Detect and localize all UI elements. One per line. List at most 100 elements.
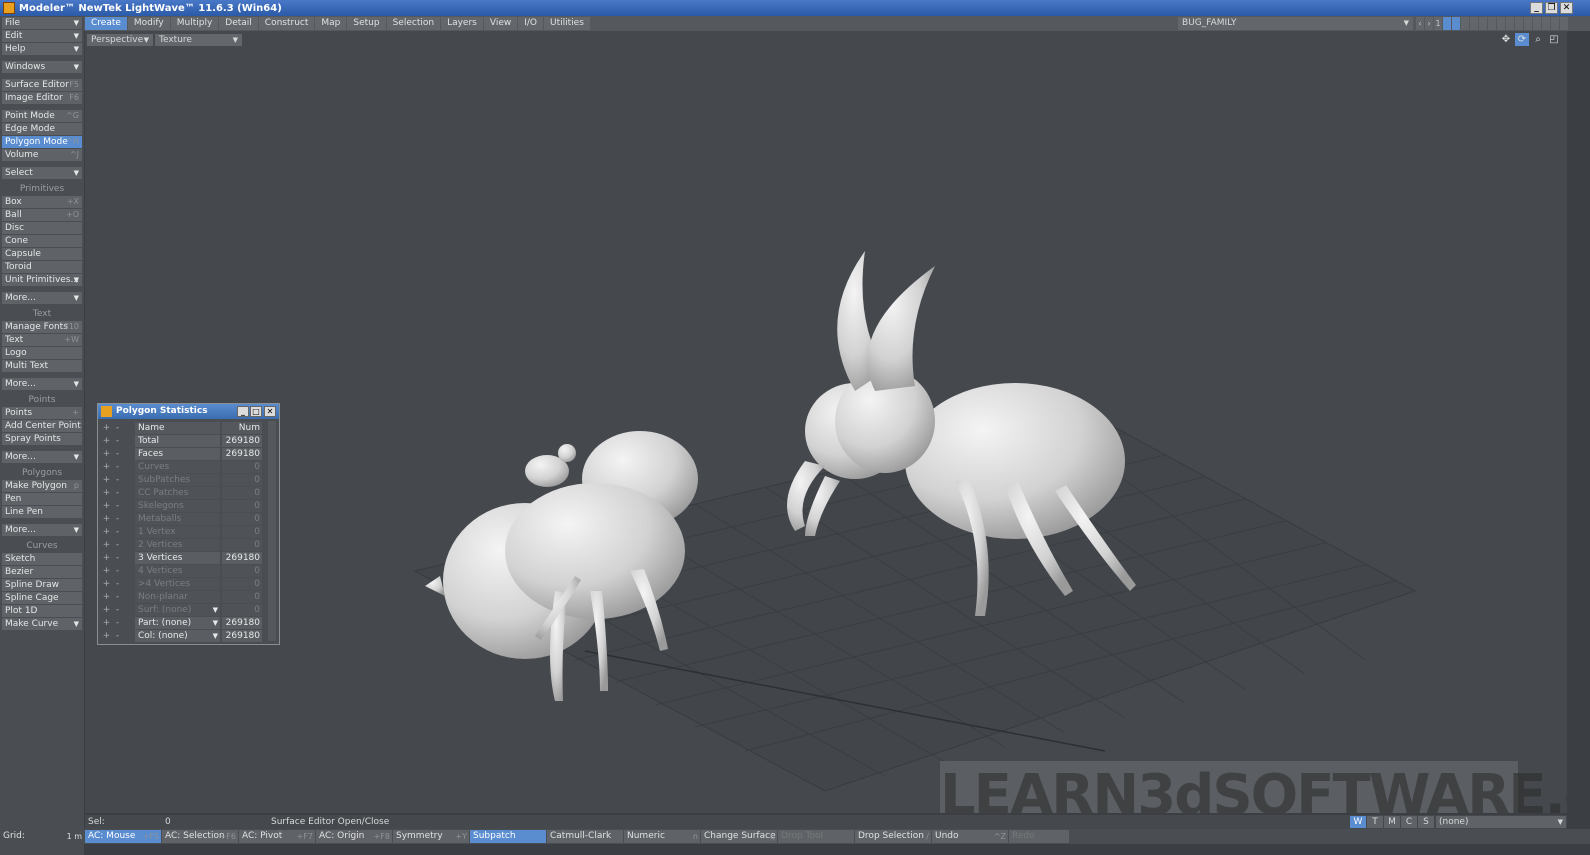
more-text-menu[interactable]: More... bbox=[2, 378, 82, 390]
tab-io[interactable]: I/O bbox=[518, 17, 544, 30]
exclude-button[interactable]: - bbox=[113, 513, 122, 525]
restore-icon[interactable]: ❐ bbox=[1545, 2, 1558, 14]
capsule-button[interactable]: Capsule bbox=[2, 248, 82, 260]
tab-modify[interactable]: Modify bbox=[127, 17, 170, 30]
points-button[interactable]: Points + bbox=[2, 407, 82, 419]
cone-button[interactable]: Cone bbox=[2, 235, 82, 247]
polygon-statistics-panel[interactable]: Polygon Statistics _ □ ✕ + - Name Num + - T… bbox=[97, 403, 280, 645]
layer-slot-7[interactable] bbox=[1497, 17, 1505, 30]
more-points-menu[interactable]: More... bbox=[2, 451, 82, 463]
exclude-button[interactable]: - bbox=[113, 474, 122, 486]
selection-set-button[interactable]: S bbox=[1418, 816, 1434, 828]
include-button[interactable]: + bbox=[102, 448, 111, 460]
exclude-button[interactable]: - bbox=[113, 487, 122, 499]
include-button[interactable]: + bbox=[102, 539, 111, 551]
make-curve-menu[interactable]: Make Curve bbox=[2, 618, 82, 630]
bottom-button-redo[interactable]: Redo bbox=[1009, 830, 1069, 843]
next-layer-icon[interactable]: › bbox=[1425, 17, 1433, 30]
select-menu[interactable]: Select bbox=[2, 167, 82, 179]
stat-name[interactable]: Part: (none) bbox=[135, 617, 220, 629]
layer-slot-2[interactable] bbox=[1452, 17, 1460, 30]
layer-slot-8[interactable] bbox=[1506, 17, 1514, 30]
exclude-button[interactable]: - bbox=[113, 604, 122, 616]
exclude-button[interactable]: - bbox=[113, 435, 122, 447]
minimize-icon[interactable]: _ bbox=[1530, 2, 1543, 14]
edit-menu[interactable]: Edit bbox=[2, 30, 82, 42]
panel-maximize-icon[interactable]: □ bbox=[250, 406, 262, 417]
tab-view[interactable]: View bbox=[483, 17, 518, 30]
bottom-button-ac-pivot[interactable]: AC: Pivot +F7 bbox=[239, 830, 315, 843]
exclude-button[interactable]: - bbox=[113, 630, 122, 642]
include-button[interactable]: + bbox=[102, 630, 111, 642]
bottom-button-ac-origin[interactable]: AC: Origin +F8 bbox=[316, 830, 392, 843]
bottom-button-subpatch[interactable]: Subpatch bbox=[470, 830, 546, 843]
include-button[interactable]: + bbox=[102, 604, 111, 616]
vertex-map-dropdown[interactable]: (none) bbox=[1436, 816, 1566, 828]
exclude-button[interactable]: - bbox=[113, 461, 122, 473]
image-editor-button[interactable]: Image Editor F6 bbox=[2, 92, 82, 104]
exclude-button[interactable]: - bbox=[113, 578, 122, 590]
make-polygon-button[interactable]: Make Polygon p bbox=[2, 480, 82, 492]
layer-slot-14[interactable] bbox=[1560, 17, 1568, 30]
logo-button[interactable]: Logo bbox=[2, 347, 82, 359]
tab-utilities[interactable]: Utilities bbox=[544, 17, 590, 30]
more-primitives-menu[interactable]: More... bbox=[2, 292, 82, 304]
layer-dropdown[interactable]: BUG_FAMILY bbox=[1178, 17, 1413, 30]
spray-points-button[interactable]: Spray Points bbox=[2, 433, 82, 445]
exclude-button[interactable]: - bbox=[113, 539, 122, 551]
panel-minimize-icon[interactable]: _ bbox=[237, 406, 249, 417]
panel-close-icon[interactable]: ✕ bbox=[264, 406, 276, 417]
layer-slot-5[interactable] bbox=[1479, 17, 1487, 30]
layer-slot-9[interactable] bbox=[1515, 17, 1523, 30]
add-center-point-button[interactable]: Add Center Point bbox=[2, 420, 82, 432]
more-polygons-menu[interactable]: More... bbox=[2, 524, 82, 536]
bezier-button[interactable]: Bezier bbox=[2, 566, 82, 578]
include-button[interactable]: + bbox=[102, 578, 111, 590]
include-button[interactable]: + bbox=[102, 461, 111, 473]
bottom-button-catmull-clark[interactable]: Catmull-Clark bbox=[547, 830, 623, 843]
layer-slot-12[interactable] bbox=[1542, 17, 1550, 30]
include-button[interactable]: + bbox=[102, 526, 111, 538]
manage-fonts-button[interactable]: Manage Fonts F10 bbox=[2, 321, 82, 333]
bottom-button-drop-selection[interactable]: Drop Selection / bbox=[855, 830, 931, 843]
exclude-button[interactable]: - bbox=[113, 552, 122, 564]
perspective-viewport[interactable]: Perspective Texture ✥ ⟳ ⌕ ◰ bbox=[85, 31, 1567, 813]
exclude-button[interactable]: - bbox=[113, 591, 122, 603]
line-pen-button[interactable]: Line Pen bbox=[2, 506, 82, 518]
tab-multiply[interactable]: Multiply bbox=[170, 17, 219, 30]
box-button[interactable]: Box +X bbox=[2, 196, 82, 208]
include-button[interactable]: + bbox=[102, 565, 111, 577]
stat-name[interactable]: Col: (none) bbox=[135, 630, 220, 642]
toroid-button[interactable]: Toroid bbox=[2, 261, 82, 273]
tab-map[interactable]: Map bbox=[315, 17, 347, 30]
edge-mode-button[interactable]: Edge Mode bbox=[2, 123, 82, 135]
tab-setup[interactable]: Setup bbox=[347, 17, 386, 30]
spline-cage-button[interactable]: Spline Cage bbox=[2, 592, 82, 604]
tab-create[interactable]: Create bbox=[85, 17, 127, 30]
multi-text-button[interactable]: Multi Text bbox=[2, 360, 82, 372]
bottom-button-numeric[interactable]: Numeric n bbox=[624, 830, 700, 843]
layer-slot-11[interactable] bbox=[1533, 17, 1541, 30]
close-icon[interactable]: ✕ bbox=[1560, 2, 1573, 14]
tab-selection[interactable]: Selection bbox=[386, 17, 441, 30]
exclude-button[interactable]: - bbox=[113, 448, 122, 460]
include-button[interactable]: + bbox=[102, 513, 111, 525]
point-mode-button[interactable]: Point Mode ^G bbox=[2, 110, 82, 122]
morph-map-button[interactable]: M bbox=[1384, 816, 1400, 828]
layer-slot-1[interactable] bbox=[1443, 17, 1451, 30]
weight-map-button[interactable]: W bbox=[1350, 816, 1366, 828]
bottom-button-ac-mouse[interactable]: AC: Mouse +F5 bbox=[85, 830, 161, 843]
include-button[interactable]: + bbox=[102, 617, 111, 629]
tab-detail[interactable]: Detail bbox=[219, 17, 258, 30]
color-map-button[interactable]: C bbox=[1401, 816, 1417, 828]
prev-layer-icon[interactable]: ‹ bbox=[1416, 17, 1424, 30]
bottom-button-drop-tool[interactable]: Drop Tool bbox=[778, 830, 854, 843]
bottom-button-change-surface[interactable]: Change Surface q bbox=[701, 830, 777, 843]
bottom-button-undo[interactable]: Undo ^Z bbox=[932, 830, 1008, 843]
stat-name[interactable]: Surf: (none) bbox=[135, 604, 220, 616]
include-button[interactable]: + bbox=[102, 500, 111, 512]
tab-layers[interactable]: Layers bbox=[441, 17, 483, 30]
include-button[interactable]: + bbox=[102, 552, 111, 564]
plot-1d-button[interactable]: Plot 1D bbox=[2, 605, 82, 617]
panel-title-bar[interactable]: Polygon Statistics _ □ ✕ bbox=[98, 404, 279, 419]
